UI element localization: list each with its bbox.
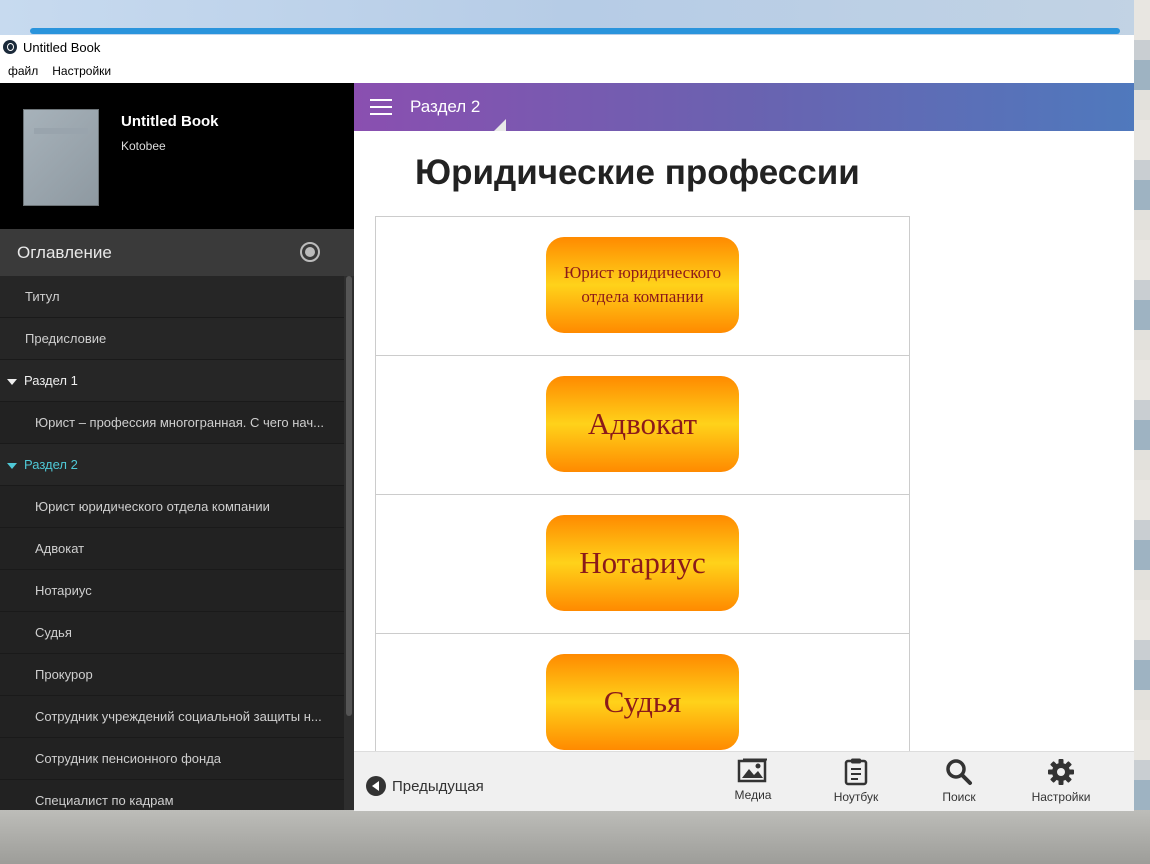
gear-icon <box>1048 759 1074 785</box>
app-window: Untitled Book файл Настройки Untitled Bo… <box>0 35 1134 811</box>
page-content: Юридические профессии Юрист юридического… <box>354 131 1134 751</box>
background-building <box>1134 0 1150 864</box>
notebook-button[interactable]: Ноутбук <box>811 758 901 804</box>
table-row: Адвокат <box>376 356 909 495</box>
toc-item[interactable]: Юрист юридического отдела компании <box>0 486 344 528</box>
toc-item-preface[interactable]: Предисловие <box>0 318 344 360</box>
media-button[interactable]: Медиа <box>708 758 798 802</box>
toc-item[interactable]: Прокурор <box>0 654 344 696</box>
toc-item-label: Предисловие <box>25 331 107 346</box>
caret-down-icon <box>7 462 17 469</box>
media-label: Медиа <box>734 788 772 802</box>
profession-card[interactable]: Юрист юридического отдела компании <box>546 237 739 333</box>
toc-item-title[interactable]: Титул <box>0 276 344 318</box>
settings-label: Настройки <box>1031 790 1091 804</box>
reader-header: Раздел 2 <box>354 83 1134 131</box>
sidebar-scrollbar[interactable] <box>344 276 354 810</box>
reader-footer: Предыдущая Медиа Ноутбук Поиск Настройки <box>354 751 1134 811</box>
toc-item[interactable]: Сотрудник учреждений социальной защиты н… <box>0 696 344 738</box>
menu-settings[interactable]: Настройки <box>52 64 111 78</box>
profession-card[interactable]: Судья <box>546 654 739 750</box>
clipboard-icon <box>844 758 868 786</box>
book-author: Kotobee <box>121 139 166 153</box>
menu-bar: файл Настройки <box>0 59 1134 84</box>
search-button[interactable]: Поиск <box>914 758 1004 804</box>
toc-item-label: Специалист по кадрам <box>35 793 174 808</box>
toc-item[interactable]: Сотрудник пенсионного фонда <box>0 738 344 780</box>
table-row: Нотариус <box>376 495 909 634</box>
toc-heading: Оглавление <box>17 242 112 262</box>
background-ground <box>0 810 1150 864</box>
toc-section-2[interactable]: Раздел 2 <box>0 444 344 486</box>
toc-item[interactable]: Нотариус <box>0 570 344 612</box>
menu-icon[interactable] <box>370 99 392 115</box>
toc-item-label: Сотрудник пенсионного фонда <box>35 751 222 766</box>
search-label: Поиск <box>942 790 976 804</box>
target-icon[interactable] <box>300 242 320 262</box>
toc-item-label: Прокурор <box>35 667 93 682</box>
menu-file[interactable]: файл <box>8 64 38 78</box>
toc-item-label: Титул <box>25 289 60 304</box>
notebook-label: Ноутбук <box>833 790 879 804</box>
background-bar <box>30 28 1120 34</box>
previous-button[interactable]: Предыдущая <box>366 776 484 796</box>
kotobee-app-icon <box>3 40 17 54</box>
toc-header: Оглавление <box>0 229 354 276</box>
toc-item-label: Судья <box>35 625 72 640</box>
current-section: Раздел 2 <box>410 97 481 116</box>
toc-item[interactable]: Юрист – профессия многогранная. С чего н… <box>0 402 344 444</box>
settings-button[interactable]: Настройки <box>1016 758 1106 804</box>
title-bar: Untitled Book <box>0 35 1134 59</box>
toc-item-label: Сотрудник учреждений социальной защиты н… <box>35 709 322 724</box>
professions-table: Юрист юридического отдела компании Адвок… <box>375 216 910 751</box>
toc-item[interactable]: Специалист по кадрам <box>0 780 344 810</box>
page-title: Юридические профессии <box>415 153 860 192</box>
table-row: Юрист юридического отдела компании <box>376 217 909 356</box>
book-title: Untitled Book <box>121 113 219 130</box>
toc-item-label: Юрист юридического отдела компании <box>35 499 270 514</box>
header-notch <box>494 119 506 131</box>
window-title: Untitled Book <box>23 39 101 55</box>
chevron-left-icon <box>366 776 386 796</box>
previous-label: Предыдущая <box>392 777 484 795</box>
search-icon <box>946 759 972 785</box>
image-icon <box>737 758 767 783</box>
toc-item-label: Юрист – профессия многогранная. С чего н… <box>35 415 324 430</box>
toc-item-label: Раздел 1 <box>24 373 78 388</box>
caret-down-icon <box>7 378 17 385</box>
toc-list: Титул Предисловие Раздел 1 Юрист – профе… <box>0 276 344 810</box>
scrollbar-thumb[interactable] <box>346 276 352 716</box>
profession-card[interactable]: Адвокат <box>546 376 739 472</box>
toc-item[interactable]: Адвокат <box>0 528 344 570</box>
toc-item-label: Раздел 2 <box>24 457 78 472</box>
table-row: Судья <box>376 634 909 751</box>
book-header: Untitled Book Kotobee <box>0 83 354 229</box>
toc-item[interactable]: Судья <box>0 612 344 654</box>
profession-card[interactable]: Нотариус <box>546 515 739 611</box>
toc-section-1[interactable]: Раздел 1 <box>0 360 344 402</box>
book-cover[interactable] <box>24 110 98 205</box>
toc-item-label: Адвокат <box>35 541 85 556</box>
toc-item-label: Нотариус <box>35 583 92 598</box>
sidebar: Untitled Book Kotobee Оглавление Титул П… <box>0 83 354 810</box>
